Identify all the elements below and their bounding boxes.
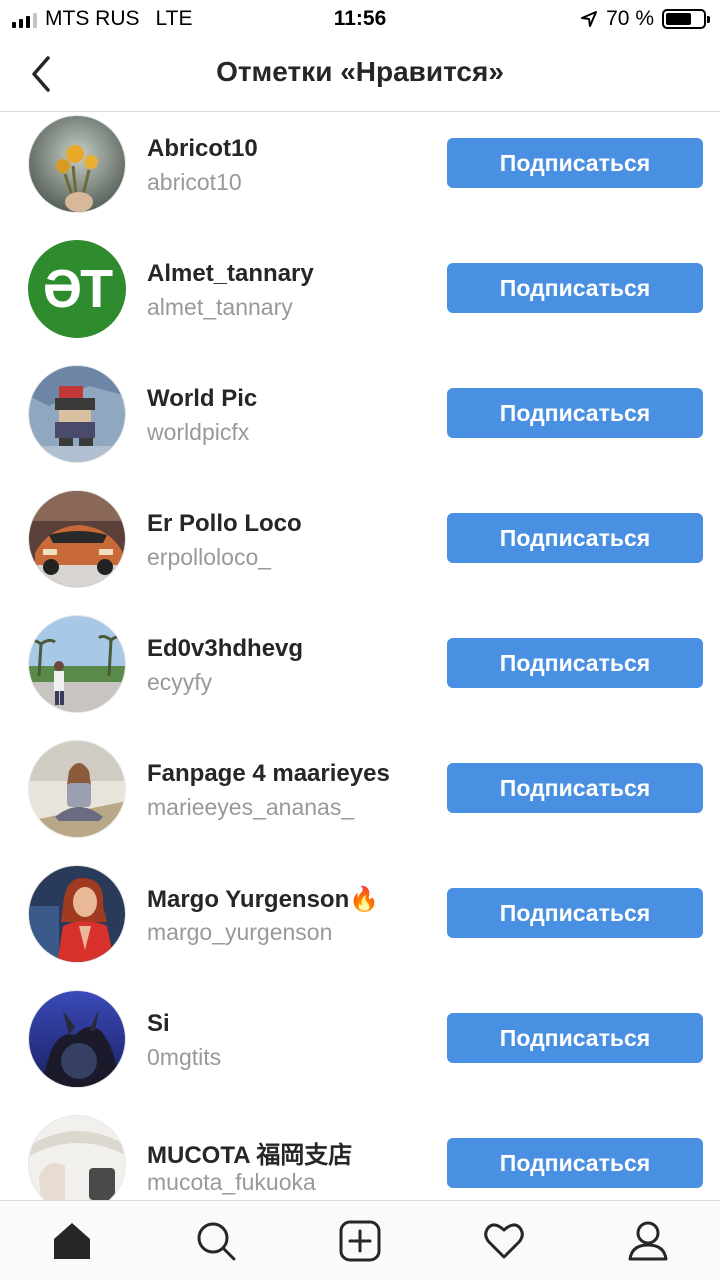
user-name[interactable]: MUCOTA 福岡支店 — [147, 1135, 352, 1170]
user-handle: marieeyes_ananas_ — [147, 794, 355, 820]
user-name[interactable]: Margo Yurgenson🔥 — [147, 885, 379, 914]
follow-button[interactable]: Подписаться — [447, 513, 703, 563]
user-name[interactable]: World Pic — [147, 385, 257, 413]
avatar[interactable]: ƏT — [28, 240, 126, 338]
avatar[interactable] — [28, 615, 126, 713]
user-name[interactable]: Abricot10 — [147, 135, 258, 163]
tab-bar — [0, 1200, 720, 1280]
list-item[interactable]: World Pic worldpicfx Подписаться — [0, 365, 720, 490]
page-title: Отметки «Нравится» — [216, 56, 504, 87]
search-icon — [197, 1222, 236, 1261]
avatar[interactable] — [28, 865, 126, 963]
follow-button[interactable]: Подписаться — [447, 263, 703, 313]
avatar[interactable] — [28, 740, 126, 838]
battery-percent: 70 % — [606, 7, 654, 30]
add-post-icon — [339, 1220, 381, 1262]
user-handle: 0mgtits — [147, 1044, 222, 1070]
profile-icon — [628, 1221, 668, 1261]
tab-profile[interactable] — [626, 1219, 670, 1263]
status-bar: MTS RUS LTE 11:56 70 % — [0, 0, 720, 38]
follow-button[interactable]: Подписаться — [447, 763, 703, 813]
avatar[interactable] — [28, 490, 126, 588]
user-handle: abricot10 — [147, 169, 242, 195]
status-right: 70 % — [580, 7, 710, 31]
tab-activity[interactable] — [482, 1219, 526, 1263]
user-handle: erpolloloco_ — [147, 544, 272, 570]
follow-button[interactable]: Подписаться — [447, 888, 703, 938]
user-handle: ecyyfy — [147, 669, 213, 695]
list-item[interactable]: Si 0mgtits Подписаться — [0, 990, 720, 1115]
user-handle: mucota_fukuoka — [147, 1169, 316, 1195]
user-handle: worldpicfx — [147, 419, 250, 445]
avatar[interactable] — [28, 1115, 126, 1200]
likes-list[interactable]: Abricot10 abricot10 Подписаться ƏT Almet… — [0, 112, 720, 1200]
user-name[interactable]: Ed0v3hdhevg — [147, 635, 303, 663]
user-name[interactable]: Si — [147, 1010, 170, 1038]
follow-button[interactable]: Подписаться — [447, 638, 703, 688]
list-item[interactable]: Ed0v3hdhevg ecyyfy Подписаться — [0, 615, 720, 740]
heart-icon — [484, 1223, 524, 1259]
list-item[interactable]: Fanpage 4 maarieyes marieeyes_ananas_ По… — [0, 740, 720, 865]
avatar[interactable] — [28, 365, 126, 463]
list-item[interactable]: MUCOTA 福岡支店 mucota_fukuoka Подписаться — [0, 1115, 720, 1200]
follow-button[interactable]: Подписаться — [447, 388, 703, 438]
battery-icon — [662, 9, 710, 29]
avatar[interactable] — [28, 115, 126, 213]
list-item[interactable]: Abricot10 abricot10 Подписаться — [0, 115, 720, 240]
list-item[interactable]: Margo Yurgenson🔥 margo_yurgenson Подписа… — [0, 865, 720, 990]
follow-button[interactable]: Подписаться — [447, 138, 703, 188]
list-item[interactable]: ƏT Almet_tannary almet_tannary Подписать… — [0, 240, 720, 365]
user-name[interactable]: Fanpage 4 maarieyes — [147, 760, 390, 788]
tab-home[interactable] — [50, 1219, 94, 1263]
nav-bar: Отметки «Нравится» — [0, 38, 720, 112]
tab-new-post[interactable] — [338, 1219, 382, 1263]
avatar[interactable] — [28, 990, 126, 1088]
tab-search[interactable] — [194, 1219, 238, 1263]
user-handle: almet_tannary — [147, 294, 293, 320]
list-item[interactable]: Er Pollo Loco erpolloloco_ Подписаться — [0, 490, 720, 615]
home-icon — [54, 1223, 90, 1259]
battery-fill — [666, 13, 692, 25]
follow-button[interactable]: Подписаться — [447, 1138, 703, 1188]
follow-button[interactable]: Подписаться — [447, 1013, 703, 1063]
avatar-text: ƏT — [42, 259, 113, 319]
location-arrow-icon — [581, 11, 598, 27]
user-name[interactable]: Almet_tannary — [147, 260, 314, 288]
user-handle: margo_yurgenson — [147, 919, 333, 945]
user-name[interactable]: Er Pollo Loco — [147, 510, 302, 538]
